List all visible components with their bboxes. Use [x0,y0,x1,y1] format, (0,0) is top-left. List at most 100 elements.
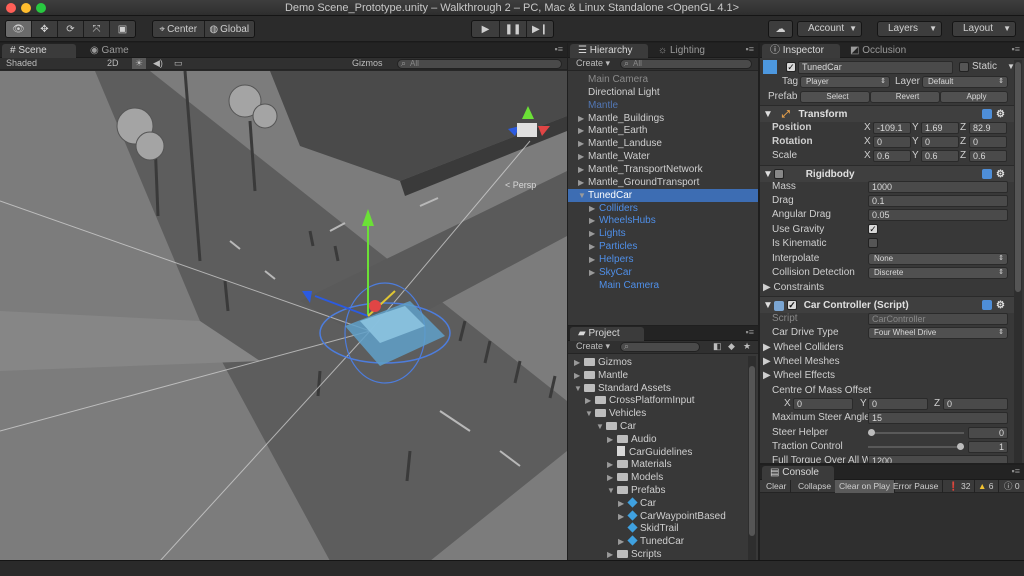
project-tree-item[interactable]: ▶ Mantle [568,369,628,382]
expand-arrow-right-icon[interactable]: ▶ [578,137,588,150]
prefab-revert-button[interactable]: Revert [870,91,940,103]
project-tree-item[interactable]: ▶ Materials [568,458,672,471]
expand-arrow-right-icon[interactable]: ▶ [589,227,599,240]
project-scrollbar[interactable] [748,356,756,560]
expand-arrow-right-icon[interactable]: ▶ [589,202,599,215]
pause-button[interactable]: ❚❚ [500,21,527,37]
project-tree-item[interactable]: CarGuidelines [568,445,692,459]
console-error-filter[interactable]: ⓘ 0 [1000,480,1024,493]
project-tree-item[interactable]: ▶ Audio [568,433,657,446]
expand-arrow-down-icon[interactable]: ▼ [596,420,606,433]
expand-arrow-right-icon[interactable]: ▶ [607,548,617,560]
expand-arrow-right-icon[interactable]: ▶ [607,433,617,446]
project-tree-item[interactable]: ▶ CrossPlatformInput [568,394,695,407]
hierarchy-item[interactable]: ▼ TunedCar [568,188,758,202]
steer-helper-slider-knob[interactable] [868,429,875,436]
expand-arrow-right-icon[interactable]: ▶ [607,471,617,484]
step-button[interactable]: ▶❙ [527,21,553,37]
audio-toggle[interactable]: ◀) [153,58,163,69]
drag-field[interactable]: 0.1 [868,195,1008,207]
prefab-apply-button[interactable]: Apply [940,91,1008,103]
console-log-filter[interactable]: ❗ 32 [944,480,976,493]
shading-mode-dropdown[interactable]: Shaded [6,58,37,68]
hierarchy-item[interactable]: ▶ Mantle_Landuse [568,137,758,150]
traction-control-field[interactable]: 1 [968,441,1008,453]
scale-z-field[interactable]: 0.6 [969,150,1007,162]
traction-control-slider[interactable] [868,443,964,450]
panel-menu-icon[interactable]: ▪≡ [1012,44,1020,54]
hierarchy-item[interactable]: ▶ Mantle_Water [568,150,758,163]
is-kinematic-checkbox[interactable] [868,238,878,248]
expand-arrow-right-icon[interactable]: ▶ [578,176,588,189]
interpolate-dropdown[interactable]: None ⇕ [868,253,1008,265]
console-error-pause-toggle[interactable]: Error Pause [889,480,944,493]
rigidbody-header[interactable]: ▼ Rigidbody ⚙ [760,165,1020,182]
rotation-x-field[interactable]: 0 [873,136,911,148]
move-tool-button[interactable]: ✥ [32,21,58,37]
expand-arrow-right-icon[interactable]: ▶ [578,150,588,163]
filter-label-icon[interactable]: ◆ [728,341,735,352]
angular-drag-field[interactable]: 0.05 [868,209,1008,221]
position-y-field[interactable]: 1.69 [921,122,959,134]
mass-field[interactable]: 1000 [868,181,1008,193]
expand-arrow-right-icon[interactable]: ▶ [589,253,599,266]
tab-hierarchy[interactable]: ☰ Hierarchy [570,44,648,58]
static-checkbox[interactable] [959,62,969,72]
layout-dropdown[interactable]: Layout ▼ [952,21,1016,37]
project-search-input[interactable] [620,342,700,352]
drive-type-dropdown[interactable]: Four Wheel Drive ⇕ [868,327,1008,339]
help-book-icon[interactable] [982,300,992,310]
hierarchy-item[interactable]: ▶ Mantle_Buildings [568,112,758,125]
console-collapse-button[interactable]: Collapse [794,480,837,493]
expand-arrow-right-icon[interactable]: ▶ [574,369,584,382]
expand-arrow-right-icon[interactable]: ▶ [578,112,588,125]
project-tree-item[interactable]: ▶ Scripts [568,548,662,560]
tab-occlusion[interactable]: ◩ Occlusion [842,44,922,58]
rect-tool-button[interactable]: ▣ [110,21,135,37]
expand-arrow-down-icon[interactable]: ▼ [585,407,595,420]
tab-project[interactable]: ▰ Project [570,327,644,341]
tab-inspector[interactable]: ⓘ Inspector [762,44,840,58]
max-steer-field[interactable]: 15 [868,412,1008,424]
favorite-star-icon[interactable]: ★ [743,341,751,352]
layers-dropdown[interactable]: Layers ▼ [877,21,942,37]
pivot-center-button[interactable]: ⌖ Center [153,21,205,37]
hierarchy-item[interactable]: ▶ WheelsHubs [568,214,758,227]
hierarchy-item[interactable]: ▶ Mantle_GroundTransport [568,176,758,189]
rotate-tool-button[interactable]: ⟳ [58,21,84,37]
use-gravity-checkbox[interactable]: ✓ [868,224,878,234]
project-tree-item[interactable]: ▶ Gizmos [568,356,632,369]
close-window-button[interactable] [6,3,16,13]
gizmos-dropdown[interactable]: Gizmos [352,58,383,68]
help-book-icon[interactable] [982,109,992,119]
hierarchy-create-dropdown[interactable]: Create ▾ [576,58,610,69]
hierarchy-item[interactable]: ▶ Particles [568,240,758,253]
tab-game[interactable]: ◉ Game [82,44,144,58]
expand-arrow-right-icon[interactable]: ▶ [589,240,599,253]
help-book-icon[interactable] [982,169,992,179]
2d-toggle[interactable]: 2D [107,58,119,68]
console-clear-on-play-toggle[interactable]: Clear on Play [835,480,896,493]
script-field[interactable]: CarController [868,313,1008,325]
expand-arrow-right-icon[interactable]: ▶ [618,497,628,510]
scale-tool-button[interactable]: ⤧ [84,21,110,37]
console-warning-filter[interactable]: ▲ 6 [974,480,999,493]
play-button[interactable]: ▶ [472,21,500,37]
cloud-button[interactable]: ☁ [768,20,793,38]
object-name-field[interactable]: TunedCar [798,61,953,74]
com-x-field[interactable]: 0 [793,398,853,410]
expand-arrow-down-icon[interactable]: ▼ [574,382,584,395]
steer-helper-field[interactable]: 0 [968,427,1008,439]
position-z-field[interactable]: 82.9 [969,122,1007,134]
full-torque-field[interactable]: 1200 [868,455,1008,463]
zoom-window-button[interactable] [36,3,46,13]
hierarchy-item[interactable]: Directional Light [568,86,758,99]
hierarchy-search-input[interactable]: All [620,59,752,69]
wheel-colliders-foldout[interactable]: ▶ Wheel Colliders [763,342,844,354]
expand-arrow-right-icon[interactable]: ▶ [618,535,628,548]
expand-arrow-right-icon[interactable]: ▶ [607,458,617,471]
expand-arrow-right-icon[interactable]: ▶ [589,266,599,279]
expand-arrow-right-icon[interactable]: ▶ [574,356,584,369]
panel-menu-icon[interactable]: ▪≡ [1012,466,1020,476]
project-tree-item[interactable]: ▼ Vehicles [568,407,646,420]
